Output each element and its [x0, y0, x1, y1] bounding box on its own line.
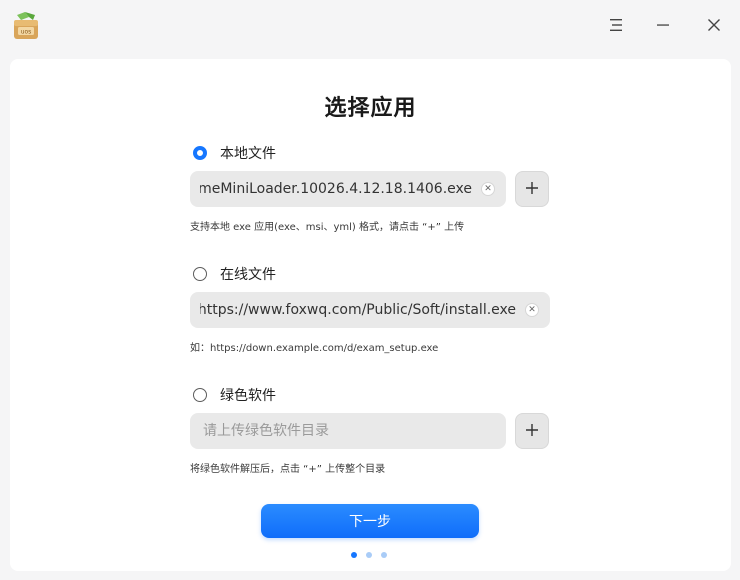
local-file-hint: 支持本地 exe 应用(exe、msi、yml) 格式，请点击 “+” 上传	[190, 222, 465, 233]
step-dot-3	[381, 552, 387, 558]
local-file-label: 本地文件	[220, 146, 276, 162]
online-file-clear-button[interactable]: ✕	[525, 303, 539, 317]
green-software-add-button[interactable]	[515, 413, 549, 449]
green-software-dir-field[interactable]: 请上传绿色软件目录	[190, 413, 506, 449]
local-file-radio[interactable]	[193, 146, 207, 160]
online-file-url-field[interactable]: https://www.foxwq.com/Public/Soft/instal…	[190, 292, 550, 328]
green-software-placeholder: 请上传绿色软件目录	[203, 423, 329, 439]
next-button[interactable]: 下一步	[261, 504, 479, 538]
online-file-option[interactable]: 在线文件	[193, 264, 276, 284]
clear-icon: ✕	[528, 304, 536, 315]
local-file-clear-button[interactable]: ✕	[481, 182, 495, 196]
step-dot-1	[351, 552, 357, 558]
close-icon	[707, 18, 721, 32]
local-file-add-button[interactable]	[515, 171, 549, 207]
green-software-option[interactable]: 绿色软件	[193, 385, 276, 405]
green-software-label: 绿色软件	[220, 388, 276, 404]
app-logo-text: uos	[21, 29, 32, 36]
app-logo-icon: uos	[11, 11, 41, 41]
minimize-icon	[656, 18, 670, 32]
local-file-field[interactable]: GameMiniLoader.10026.4.12.18.1406.exe ✕	[190, 171, 506, 207]
clear-icon: ✕	[484, 183, 492, 194]
plus-icon	[525, 422, 539, 441]
plus-icon	[525, 180, 539, 199]
local-file-value: GameMiniLoader.10026.4.12.18.1406.exe	[200, 181, 472, 197]
online-file-radio[interactable]	[193, 267, 207, 281]
local-file-option[interactable]: 本地文件	[193, 143, 276, 163]
close-button[interactable]	[699, 10, 729, 40]
minimize-button[interactable]	[648, 10, 678, 40]
step-dot-2	[366, 552, 372, 558]
step-indicator	[351, 552, 387, 558]
page-title: 选择应用	[324, 96, 417, 121]
main-card: 选择应用 本地文件 GameMiniLoader.10026.4.12.18.1…	[10, 59, 731, 571]
green-software-radio[interactable]	[193, 388, 207, 402]
green-software-hint: 将绿色软件解压后，点击 “+” 上传整个目录	[190, 464, 386, 475]
title-bar: uos	[0, 0, 740, 50]
menu-icon	[608, 18, 624, 32]
online-file-label: 在线文件	[220, 267, 276, 283]
online-file-hint: 如：https://down.example.com/d/exam_setup.…	[190, 343, 439, 354]
menu-button[interactable]	[601, 10, 631, 40]
online-file-url-value: https://www.foxwq.com/Public/Soft/instal…	[200, 302, 516, 318]
